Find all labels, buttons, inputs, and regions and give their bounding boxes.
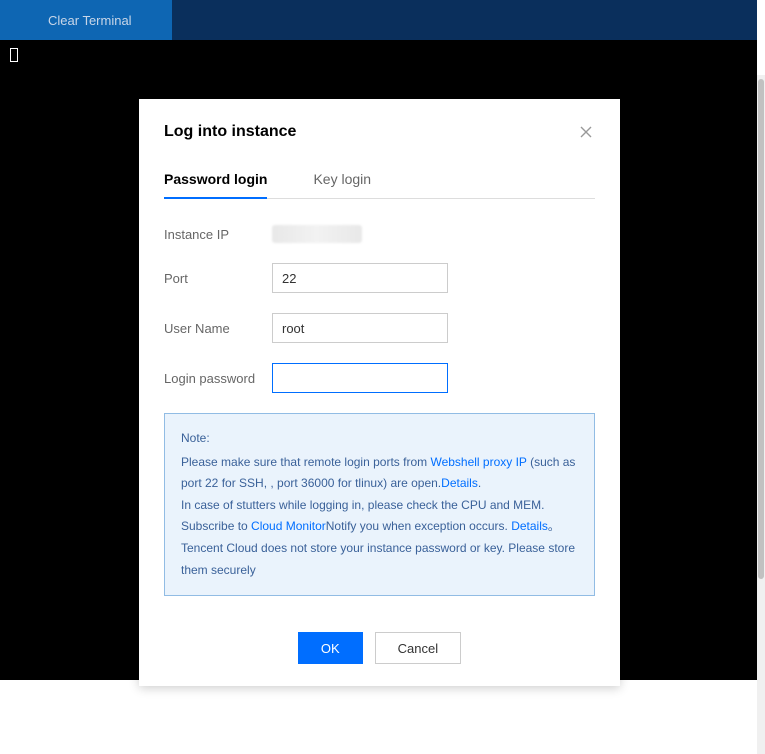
note-text: . [478,476,481,490]
note-box: Note: Please make sure that remote login… [164,413,595,596]
port-input[interactable] [272,263,448,293]
password-label: Login password [164,371,272,386]
port-details-link[interactable]: Details [441,476,478,490]
login-tabs: Password login Key login [164,171,595,199]
ok-button[interactable]: OK [298,632,363,664]
close-icon[interactable] [577,123,595,141]
header-bar: Clear Terminal [0,0,757,40]
instance-ip-value [272,225,362,243]
terminal-cursor [10,48,18,62]
username-input[interactable] [272,313,448,343]
cloud-monitor-link[interactable]: Cloud Monitor [251,519,326,533]
note-text: 。 [548,519,560,533]
cancel-button[interactable]: Cancel [375,632,461,664]
password-input[interactable] [272,363,448,393]
note-title: Note: [181,428,578,450]
tab-password-login[interactable]: Password login [164,171,267,199]
clear-terminal-button[interactable]: Clear Terminal [0,0,172,40]
port-label: Port [164,271,272,286]
modal-title: Log into instance [164,123,296,141]
note-text: Tencent Cloud does not store your instan… [181,541,575,577]
scrollbar-track[interactable] [757,75,765,754]
tab-key-login[interactable]: Key login [313,171,371,198]
webshell-proxy-link[interactable]: Webshell proxy IP [430,455,526,469]
login-modal: Log into instance Password login Key log… [139,99,620,686]
scrollbar-thumb[interactable] [758,79,764,579]
username-label: User Name [164,321,272,336]
instance-ip-label: Instance IP [164,227,272,242]
monitor-details-link[interactable]: Details [511,519,548,533]
terminal-body [0,40,757,75]
note-text: Please make sure that remote login ports… [181,455,430,469]
note-text: Notify you when exception occurs. [326,519,511,533]
